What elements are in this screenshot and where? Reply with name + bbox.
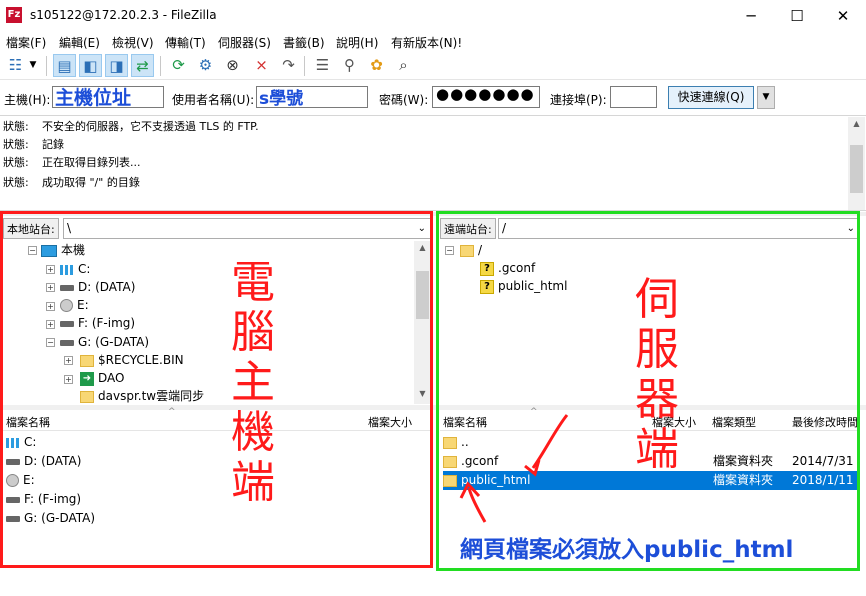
log-scrollbar[interactable]: ▲ bbox=[848, 117, 865, 210]
password-label: 密碼(W): bbox=[379, 93, 429, 107]
annotation-char: 端 bbox=[635, 424, 679, 475]
arrow-annotations bbox=[459, 414, 569, 523]
log-line: 狀態: 正在取得目錄列表... bbox=[3, 156, 141, 169]
window-title: s105122@172.20.2.3 - FileZilla bbox=[30, 8, 217, 22]
site-manager-dropdown-icon[interactable]: ▼ bbox=[26, 54, 40, 77]
annotation-char: 主 bbox=[231, 357, 275, 408]
port-input[interactable] bbox=[610, 86, 657, 108]
message-log: 狀態: 不安全的伺服器，它不支援透過 TLS 的 FTP. 狀態: 記錄 狀態: 正在… bbox=[0, 117, 866, 211]
local-pane-highlight bbox=[0, 211, 433, 568]
toolbar: ☷ ▼ ▤ ◧ ◨ ⇄ ⟳ ⚙ ⊗ ⨯ ↷ ☰ ⚲ ✿ ⌕ bbox=[0, 52, 866, 80]
title-bar: Fz s105122@172.20.2.3 - FileZilla ─ ☐ ✕ bbox=[0, 0, 866, 32]
annotation-char: 器 bbox=[635, 374, 679, 425]
host-annotation: 主機位址 bbox=[55, 87, 132, 109]
annotation-char: 機 bbox=[231, 407, 275, 458]
process-queue-icon[interactable]: ⚙ bbox=[194, 54, 217, 77]
menu-view[interactable]: 檢視(V) bbox=[112, 34, 154, 51]
remote-annotation: 伺服器端 bbox=[632, 275, 682, 475]
site-manager-icon[interactable]: ☷ bbox=[4, 54, 27, 77]
filezilla-icon: Fz bbox=[6, 7, 22, 23]
quickconnect-dropdown-icon[interactable]: ▼ bbox=[757, 86, 775, 109]
password-dots: ●●●●●●● bbox=[436, 85, 535, 103]
toggle-remote-tree-icon[interactable]: ◨ bbox=[105, 54, 128, 77]
toggle-log-icon[interactable]: ▤ bbox=[53, 54, 76, 77]
annotation-char: 腦 bbox=[231, 307, 275, 358]
toggle-queue-icon[interactable]: ⇄ bbox=[131, 54, 154, 77]
compare-icon[interactable]: ⚲ bbox=[338, 54, 361, 77]
user-annotation: s學號 bbox=[259, 89, 304, 109]
port-label: 連接埠(P): bbox=[550, 93, 607, 107]
close-button[interactable]: ✕ bbox=[820, 0, 866, 32]
local-annotation: 電腦主機端 bbox=[228, 258, 278, 508]
public-html-note: 網頁檔案必須放入public_html bbox=[460, 537, 794, 563]
annotation-char: 伺 bbox=[635, 274, 679, 325]
sync-browse-icon[interactable]: ✿ bbox=[365, 54, 388, 77]
menu-help[interactable]: 說明(H) bbox=[336, 34, 378, 51]
filter-icon[interactable]: ☰ bbox=[311, 54, 334, 77]
scroll-up-icon[interactable]: ▲ bbox=[849, 119, 864, 128]
search-icon[interactable]: ⌕ bbox=[392, 54, 415, 77]
menu-edit[interactable]: 編輯(E) bbox=[59, 34, 100, 51]
cancel-icon[interactable]: ⊗ bbox=[221, 54, 244, 77]
quickconnect-bar: 主機(H): 主機位址 使用者名稱(U): s學號 密碼(W): ●●●●●●●… bbox=[0, 80, 866, 116]
menu-file[interactable]: 檔案(F) bbox=[6, 34, 46, 51]
annotation-char: 服 bbox=[635, 324, 679, 375]
toggle-local-tree-icon[interactable]: ◧ bbox=[79, 54, 102, 77]
log-scroll-thumb[interactable] bbox=[850, 145, 863, 193]
menu-transfer[interactable]: 傳輸(T) bbox=[165, 34, 206, 51]
log-line: 狀態: 成功取得 "/" 的目錄 bbox=[3, 176, 140, 189]
disconnect-icon[interactable]: ⨯ bbox=[250, 54, 273, 77]
maximize-button[interactable]: ☐ bbox=[774, 0, 820, 32]
log-line: 狀態: 不安全的伺服器，它不支援透過 TLS 的 FTP. bbox=[3, 120, 259, 133]
minimize-button[interactable]: ─ bbox=[728, 0, 774, 32]
annotation-char: 電 bbox=[231, 257, 275, 308]
user-label: 使用者名稱(U): bbox=[172, 93, 255, 107]
menu-server[interactable]: 伺服器(S) bbox=[218, 34, 271, 51]
quickconnect-button[interactable]: 快速連線(Q) bbox=[668, 86, 754, 109]
host-label: 主機(H): bbox=[4, 93, 51, 107]
menu-bar: 檔案(F) 編輯(E) 檢視(V) 傳輸(T) 伺服器(S) 書籤(B) 說明(… bbox=[0, 32, 866, 52]
annotation-char: 端 bbox=[231, 457, 275, 508]
menu-bookmarks[interactable]: 書籤(B) bbox=[283, 34, 325, 51]
log-line: 狀態: 記錄 bbox=[3, 138, 64, 151]
reconnect-icon[interactable]: ↷ bbox=[277, 54, 300, 77]
menu-new-version[interactable]: 有新版本(N)! bbox=[391, 34, 462, 51]
refresh-icon[interactable]: ⟳ bbox=[167, 54, 190, 77]
